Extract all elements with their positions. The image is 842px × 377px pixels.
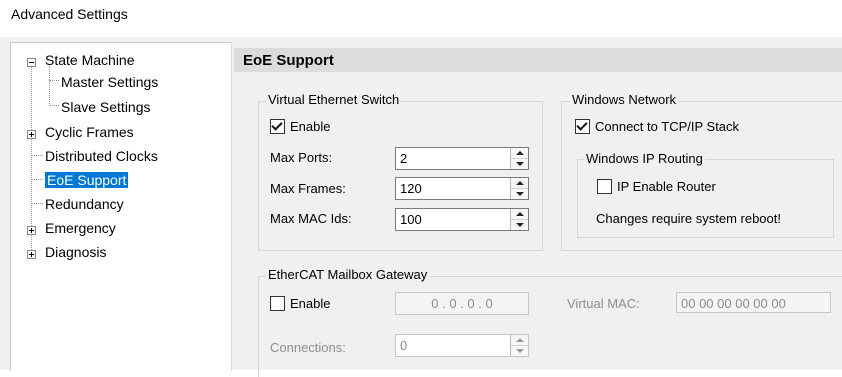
spin-up-button[interactable] bbox=[511, 178, 528, 189]
max-mac-stepper[interactable]: 100 bbox=[395, 208, 529, 231]
arrow-down-icon bbox=[516, 349, 524, 353]
tree-item-state-machine[interactable]: State Machine bbox=[45, 51, 135, 69]
expand-icon[interactable] bbox=[27, 226, 36, 235]
virtual-mac-label: Virtual MAC: bbox=[567, 296, 640, 311]
tree-line bbox=[31, 203, 43, 204]
expand-icon[interactable] bbox=[27, 130, 36, 139]
tree-line bbox=[49, 105, 59, 106]
reboot-note: Changes require system reboot! bbox=[596, 211, 781, 226]
panel-header: EoE Support bbox=[243, 52, 334, 69]
windows-network-legend: Windows Network bbox=[570, 92, 679, 107]
ip-routing-legend: Windows IP Routing bbox=[584, 151, 705, 166]
spin-down-button[interactable] bbox=[511, 159, 528, 169]
tree-line bbox=[31, 179, 43, 180]
ip-enable-router-label: IP Enable Router bbox=[617, 179, 716, 194]
arrow-up-icon bbox=[516, 151, 524, 155]
tree-item-cyclic-frames[interactable]: Cyclic Frames bbox=[45, 123, 134, 141]
arrow-up-icon bbox=[516, 338, 524, 342]
connections-label: Connections: bbox=[270, 340, 346, 355]
spin-up-button[interactable] bbox=[511, 209, 528, 220]
arrow-down-icon bbox=[516, 162, 524, 166]
ip-routing-group bbox=[577, 159, 834, 238]
arrow-up-icon bbox=[516, 181, 524, 185]
spin-down-button[interactable] bbox=[511, 220, 528, 230]
tree-item-distributed-clocks[interactable]: Distributed Clocks bbox=[45, 147, 158, 165]
connections-value: 0 bbox=[400, 338, 408, 353]
gateway-enable-label: Enable bbox=[290, 296, 331, 311]
ip-enable-router-checkbox[interactable] bbox=[597, 179, 612, 194]
connect-tcpip-label: Connect to TCP/IP Stack bbox=[595, 119, 740, 134]
max-mac-value: 100 bbox=[400, 212, 422, 227]
max-frames-label: Max Frames: bbox=[270, 181, 346, 196]
connect-tcpip-checkbox[interactable] bbox=[575, 119, 590, 134]
virtual-mac-field[interactable]: 00 00 00 00 00 00 bbox=[676, 292, 831, 313]
max-frames-value: 120 bbox=[400, 181, 422, 196]
mailbox-gateway-legend: EtherCAT Mailbox Gateway bbox=[266, 267, 430, 282]
vs-enable-checkbox[interactable] bbox=[270, 119, 285, 134]
tree-item-diagnosis[interactable]: Diagnosis bbox=[45, 243, 106, 261]
gateway-enable-checkbox[interactable] bbox=[270, 296, 285, 311]
gateway-ip-field[interactable]: 0 . 0 . 0 . 0 bbox=[395, 292, 529, 315]
arrow-down-icon bbox=[516, 223, 524, 227]
connections-stepper[interactable]: 0 bbox=[395, 334, 529, 357]
spin-up-button[interactable] bbox=[511, 335, 528, 346]
spin-down-button[interactable] bbox=[511, 189, 528, 199]
tree-item-emergency[interactable]: Emergency bbox=[45, 219, 116, 237]
arrow-down-icon bbox=[516, 192, 524, 196]
max-frames-stepper[interactable]: 120 bbox=[395, 177, 529, 200]
virtual-switch-legend: Virtual Ethernet Switch bbox=[266, 92, 402, 107]
tree-line bbox=[49, 66, 50, 106]
tree-item-master-settings[interactable]: Master Settings bbox=[61, 73, 158, 91]
spin-down-button[interactable] bbox=[511, 346, 528, 356]
expand-icon[interactable] bbox=[27, 250, 36, 259]
max-ports-stepper[interactable]: 2 bbox=[395, 147, 529, 170]
tree-item-eoe-support[interactable]: EoE Support bbox=[45, 171, 129, 189]
tree-line bbox=[49, 80, 59, 81]
max-mac-label: Max MAC Ids: bbox=[270, 211, 352, 226]
vs-enable-label: Enable bbox=[290, 119, 331, 134]
tree-item-slave-settings[interactable]: Slave Settings bbox=[61, 98, 151, 116]
max-ports-value: 2 bbox=[400, 151, 408, 166]
dialog-title: Advanced Settings bbox=[11, 6, 128, 22]
settings-tree[interactable]: State Machine Master Settings Slave Sett… bbox=[10, 42, 232, 371]
arrow-up-icon bbox=[516, 212, 524, 216]
max-ports-label: Max Ports: bbox=[270, 150, 333, 165]
collapse-icon[interactable] bbox=[27, 58, 36, 67]
tree-line bbox=[31, 155, 43, 156]
tree-item-redundancy[interactable]: Redundancy bbox=[45, 195, 124, 213]
spin-up-button[interactable] bbox=[511, 148, 528, 159]
